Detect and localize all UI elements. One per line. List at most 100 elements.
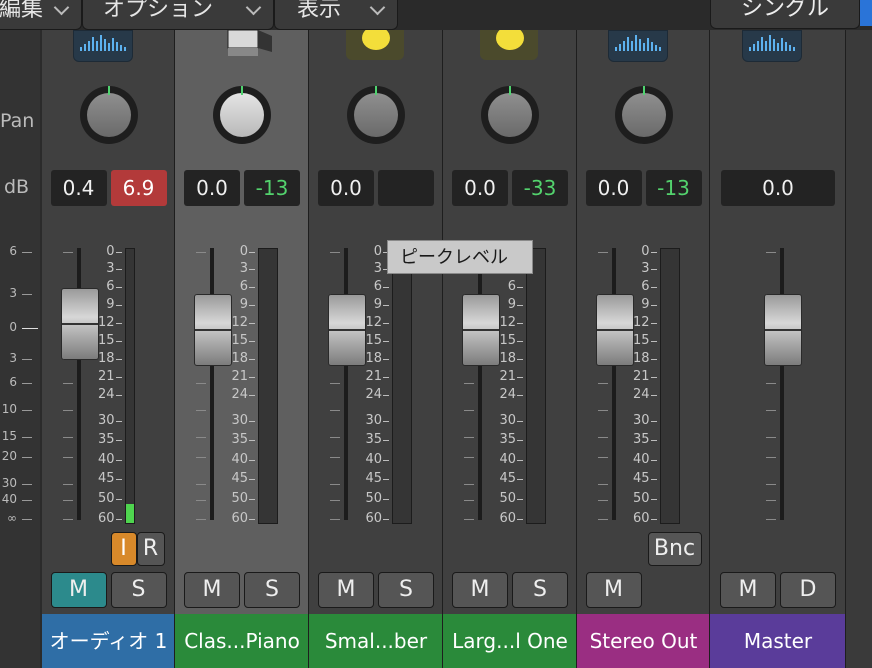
meter-scale-label: 9 bbox=[507, 297, 516, 312]
fader-track[interactable] bbox=[344, 248, 348, 520]
fader-scale-label: 3 bbox=[9, 286, 17, 300]
pan-knob-cap bbox=[621, 93, 666, 137]
fader-track[interactable] bbox=[611, 248, 616, 520]
mute-button[interactable]: M bbox=[585, 572, 642, 608]
solo-button[interactable]: S bbox=[512, 572, 568, 608]
channel-strip-audio-1: 0.4 6.9 0 3 6 9 12 15 18 21 24 30 35 40 45 50 60 I R M S オーディ… bbox=[42, 30, 175, 668]
solo-button[interactable]: S bbox=[378, 572, 434, 608]
meter-scale-tick bbox=[650, 252, 657, 253]
waveform-bar bbox=[638, 39, 641, 51]
all-view-button-edge[interactable] bbox=[860, 0, 872, 26]
record-enable-button[interactable]: R bbox=[136, 532, 165, 566]
pan-knob[interactable] bbox=[481, 86, 539, 144]
fader-tick bbox=[330, 500, 340, 501]
waveform-bar bbox=[789, 45, 791, 51]
input-monitor-button[interactable]: I bbox=[110, 532, 137, 566]
waveform-icon[interactable] bbox=[607, 30, 668, 62]
channel-name[interactable]: Clas...Piano bbox=[175, 614, 308, 668]
peak-value[interactable]: -13 bbox=[645, 170, 702, 206]
meter-scale-label: 0 bbox=[641, 244, 650, 259]
waveform-bar bbox=[99, 35, 102, 51]
peak-value[interactable]: -13 bbox=[244, 170, 300, 206]
fader-scale-tick bbox=[22, 457, 32, 458]
peak-value[interactable]: -33 bbox=[512, 170, 568, 206]
plugin-icon[interactable] bbox=[480, 30, 538, 60]
meter-scale-tick bbox=[115, 440, 122, 441]
level-meter bbox=[392, 248, 412, 524]
fader-tick bbox=[62, 500, 73, 501]
channel-name[interactable]: オーディオ 1 bbox=[42, 614, 174, 668]
volume-fader[interactable] bbox=[764, 294, 802, 366]
peak-value[interactable] bbox=[378, 170, 434, 206]
fader-tick bbox=[597, 500, 608, 501]
bounce-button[interactable]: Bnc bbox=[647, 532, 702, 566]
fader-track[interactable] bbox=[780, 248, 784, 520]
level-meter-fill bbox=[125, 503, 134, 523]
fader-track[interactable] bbox=[210, 248, 214, 520]
waveform-icon[interactable] bbox=[742, 30, 802, 62]
meter-scale-label: 40 bbox=[97, 452, 115, 467]
meter-scale-label: 45 bbox=[97, 471, 115, 486]
meter-scale-tick bbox=[650, 499, 657, 500]
level-meter bbox=[258, 248, 278, 524]
mute-button[interactable]: M bbox=[50, 572, 107, 608]
channel-name[interactable]: Smal...ber bbox=[309, 614, 442, 668]
single-view-button[interactable]: シングル bbox=[710, 0, 860, 29]
mute-button[interactable]: M bbox=[452, 572, 508, 608]
meter-scale-tick bbox=[650, 323, 657, 324]
db-row-label: dB bbox=[4, 176, 30, 198]
fader-scale-label: 10 bbox=[1, 402, 17, 416]
meter-scale-tick bbox=[115, 287, 122, 288]
meter-scale-tick bbox=[115, 460, 122, 461]
meter-scale-tick bbox=[249, 269, 255, 270]
options-menu[interactable]: オプション bbox=[82, 0, 274, 30]
mute-button[interactable]: M bbox=[184, 572, 240, 608]
waveform-bar bbox=[622, 41, 625, 51]
waveform-bar bbox=[87, 41, 90, 51]
fader-tick bbox=[766, 383, 776, 384]
peak-level-tooltip: ピークレベル bbox=[387, 240, 533, 274]
meter-scale-tick bbox=[115, 341, 122, 342]
pan-knob[interactable] bbox=[614, 86, 673, 144]
meter-scale-tick bbox=[115, 421, 122, 422]
pan-knob[interactable] bbox=[347, 86, 405, 144]
fader-track[interactable] bbox=[478, 248, 482, 520]
pan-knob[interactable] bbox=[79, 86, 138, 144]
channel-name[interactable]: Larg...l One bbox=[443, 614, 576, 668]
channel-name[interactable]: Stereo Out bbox=[577, 614, 709, 668]
waveform-bar bbox=[654, 45, 657, 51]
mute-button[interactable]: M bbox=[318, 572, 374, 608]
fader-tick bbox=[196, 252, 206, 253]
dim-button[interactable]: D bbox=[780, 572, 836, 608]
meter-scale-label: 60 bbox=[231, 511, 248, 526]
meter-scale-label: 30 bbox=[632, 413, 650, 428]
waveform-bar bbox=[626, 37, 629, 51]
edit-menu[interactable]: 編集 bbox=[0, 0, 82, 30]
solo-button[interactable]: S bbox=[244, 572, 300, 608]
plugin-icon[interactable] bbox=[346, 30, 404, 60]
chevron-down-icon bbox=[369, 0, 386, 16]
view-menu[interactable]: 表示 bbox=[274, 0, 398, 30]
meter-scale-label: 15 bbox=[97, 333, 115, 348]
meter-scale-label: 0 bbox=[373, 244, 382, 259]
solo-button[interactable]: S bbox=[110, 572, 167, 608]
meter-scale-label: 24 bbox=[97, 387, 115, 402]
piano-icon[interactable] bbox=[216, 30, 272, 58]
pan-knob[interactable] bbox=[213, 86, 271, 144]
mute-button[interactable]: M bbox=[720, 572, 776, 608]
peak-value[interactable]: 6.9 bbox=[110, 170, 167, 206]
waveform-bar bbox=[781, 38, 783, 51]
meter-scale-label: 50 bbox=[365, 491, 382, 506]
waveform-bar bbox=[95, 41, 98, 51]
channel-name[interactable]: Master bbox=[710, 614, 845, 668]
meter-scale-label: 15 bbox=[365, 333, 382, 348]
waveform-icon[interactable] bbox=[72, 30, 133, 62]
meter-scale-tick bbox=[115, 269, 122, 270]
meter-scale-label: 30 bbox=[231, 413, 248, 428]
waveform-bar bbox=[765, 41, 767, 51]
empty-strip-area bbox=[846, 30, 872, 668]
meter-scale-tick bbox=[650, 269, 657, 270]
waveform-bar bbox=[115, 42, 118, 51]
waveform-bar bbox=[123, 47, 126, 51]
meter-scale-label: 35 bbox=[231, 432, 248, 447]
